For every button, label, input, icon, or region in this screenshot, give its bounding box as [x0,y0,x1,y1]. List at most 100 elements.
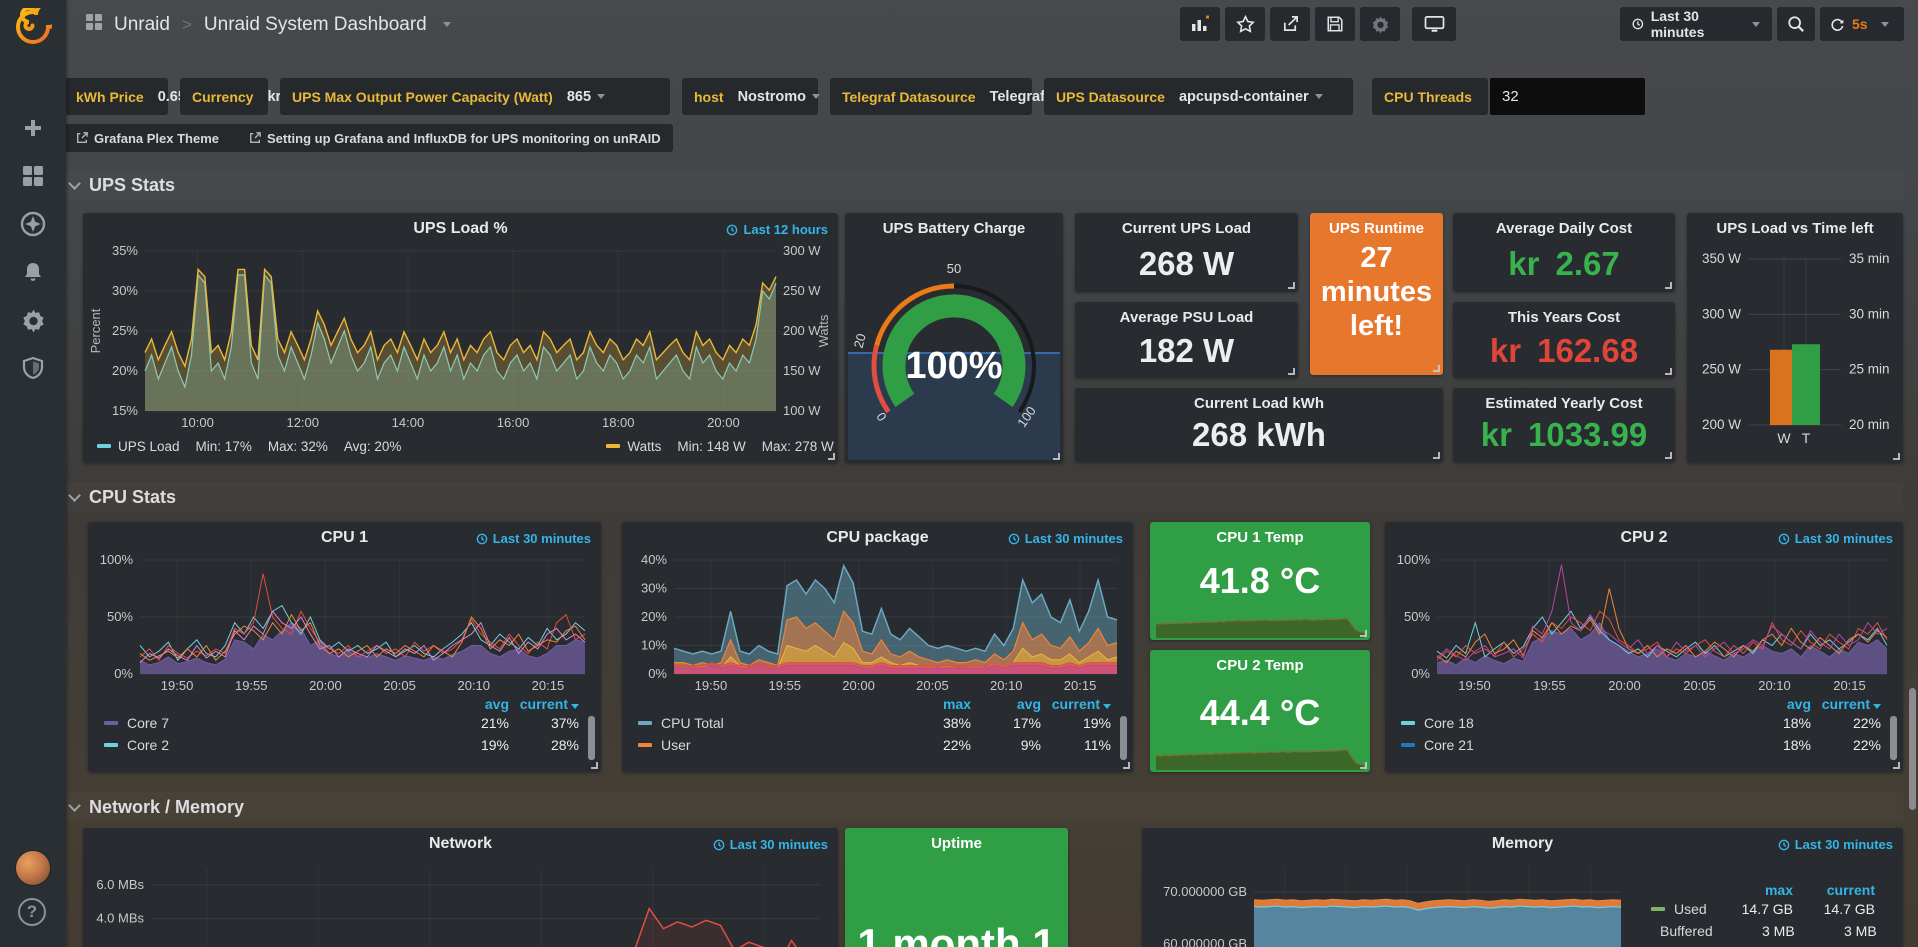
template-variable-cpu-threads[interactable]: CPU Threads [1372,78,1488,115]
panel-time-override[interactable]: Last 30 minutes [1008,531,1123,546]
tv-kiosk-mode-button[interactable] [1412,7,1456,41]
dashboard-squares-icon[interactable] [84,12,104,37]
dashboards-icon[interactable] [0,156,66,196]
legend-series-marker[interactable] [97,444,111,448]
legend-series-name[interactable]: Watts [627,439,661,454]
legend-series-name[interactable]: Buffered [1660,923,1713,939]
variable-value[interactable]: apcupsd-container [1179,89,1309,105]
page-scrollbar-thumb[interactable] [1909,688,1916,810]
legend-series-marker[interactable] [1401,721,1415,725]
legend-column-header[interactable]: current [1811,696,1881,712]
panel-title[interactable]: Current Load kWh [1075,395,1443,412]
legend-series-marker[interactable] [104,743,118,747]
legend-column-header[interactable]: current [509,696,579,712]
row-header-network-memory[interactable]: Network / Memory [64,792,1903,822]
dashboard-link[interactable]: Grafana Plex Theme [76,131,219,146]
legend-series-marker[interactable] [104,721,118,725]
panel-resize-handle[interactable] [1665,282,1672,289]
legend-series-marker[interactable] [606,444,620,448]
panel-resize-handle[interactable] [1360,630,1367,637]
row-header-cpu-stats[interactable]: CPU Stats [64,482,1903,512]
add-panel-button[interactable] [1180,7,1220,41]
legend-series-name[interactable]: Core 2 [127,737,169,753]
memory-graph[interactable]: 50.000000 GB60.000000 GB70.000000 GB19:5… [1146,858,1631,947]
variable-value[interactable]: Telegraf [990,89,1045,105]
legend-series-name[interactable]: User [661,737,691,753]
panel-resize-handle[interactable] [1360,762,1367,769]
alerting-bell-icon[interactable] [0,252,66,292]
zoom-out-time-button[interactable] [1777,7,1815,41]
ups-load-vs-time-bars[interactable]: 200 W20 min250 W25 min300 W30 min350 W35… [1687,241,1903,459]
cpu-package-graph[interactable]: 0%10%20%30%40%19:5019:5520:0020:0520:102… [626,552,1129,696]
legend-scrollbar[interactable] [588,716,595,760]
legend-scrollbar[interactable] [1890,716,1897,760]
panel-resize-handle[interactable] [1288,282,1295,289]
panel-title[interactable]: Estimated Yearly Cost [1453,395,1675,412]
legend-column-header[interactable]: avg [439,696,509,712]
variable-value[interactable]: 865 [567,89,591,105]
template-variable-currency[interactable]: Currencykr [180,78,268,115]
panel-resize-handle[interactable] [1288,368,1295,375]
legend-column-header[interactable]: current [1041,696,1111,712]
template-variable-kwh-price[interactable]: kWh Price0.65 [64,78,168,115]
template-variable-ups-max-output-power-capacity-watt-[interactable]: UPS Max Output Power Capacity (Watt)865 [280,78,670,115]
legend-column-header[interactable]: avg [1741,696,1811,712]
panel-resize-handle[interactable] [1893,762,1900,769]
panel-title[interactable]: UPS Load vs Time left [1687,220,1903,237]
explore-compass-icon[interactable] [0,204,66,244]
variable-input[interactable] [1490,78,1645,115]
legend-series-name[interactable]: CPU Total [661,715,724,731]
template-variable-telegraf-datasource[interactable]: Telegraf DatasourceTelegraf [830,78,1032,115]
panel-time-override[interactable]: Last 30 minutes [476,531,591,546]
breadcrumb-app[interactable]: Unraid [114,14,170,36]
network-graph[interactable]: 2.0 MBs4.0 MBs6.0 MBs19:5019:5520:0020:0… [87,860,834,947]
panel-resize-handle[interactable] [1893,453,1900,460]
breadcrumb-dashboard-title[interactable]: Unraid System Dashboard [204,14,427,36]
cpu1-graph[interactable]: 0%50%100%19:5019:5520:0020:0520:1020:15 [92,552,597,696]
share-dashboard-button[interactable] [1270,7,1310,41]
panel-title[interactable]: This Years Cost [1453,309,1675,326]
template-variable-ups-datasource[interactable]: UPS Datasourceapcupsd-container [1044,78,1353,115]
panel-resize-handle[interactable] [1433,365,1440,372]
legend-column-header[interactable]: max [1711,882,1793,898]
configuration-gear-icon[interactable] [0,300,66,340]
panel-title[interactable]: Average PSU Load [1075,309,1298,326]
legend-series-name[interactable]: UPS Load [118,439,180,454]
panel-title[interactable]: UPS Load % [83,220,838,238]
panel-resize-handle[interactable] [1123,762,1130,769]
time-range-picker[interactable]: Last 30 minutes [1620,7,1772,41]
user-avatar[interactable] [15,850,51,886]
legend-series-name[interactable]: Core 7 [127,715,169,731]
row-header-ups-stats[interactable]: UPS Stats [64,170,1903,200]
grafana-logo-icon[interactable] [14,8,52,46]
panel-time-override[interactable]: Last 12 hours [726,222,828,237]
legend-scrollbar[interactable] [1120,716,1127,760]
cpu2-graph[interactable]: 0%50%100%19:5019:5520:0020:0520:1020:15 [1389,552,1899,696]
ups-load-graph[interactable]: 15%20%25%30%35%100 W150 W200 W250 W300 W… [87,243,834,433]
template-variable-host[interactable]: hostNostromo [682,78,818,115]
legend-series-name[interactable]: Core 18 [1424,715,1474,731]
panel-title[interactable]: CPU 1 Temp [1150,529,1370,546]
star-dashboard-button[interactable] [1225,7,1265,41]
create-icon[interactable] [0,108,66,148]
legend-series-name[interactable]: Core 21 [1424,737,1474,753]
legend-column-header[interactable]: current [1793,882,1875,898]
panel-time-override[interactable]: Last 30 minutes [1778,531,1893,546]
panel-resize-handle[interactable] [591,762,598,769]
panel-time-override[interactable]: Last 30 minutes [1778,837,1893,852]
panel-title[interactable]: UPS Battery Charge [845,220,1063,237]
legend-column-header[interactable]: avg [971,696,1041,712]
panel-time-override[interactable]: Last 30 minutes [713,837,828,852]
dashboard-settings-button[interactable] [1360,7,1400,41]
panel-title[interactable]: Average Daily Cost [1453,220,1675,237]
dashboard-picker-caret-icon[interactable] [443,22,451,27]
panel-title[interactable]: Uptime [845,835,1068,852]
panel-resize-handle[interactable] [828,453,835,460]
panel-title[interactable]: Current UPS Load [1075,220,1298,237]
panel-title[interactable]: CPU 2 Temp [1150,657,1370,674]
save-dashboard-button[interactable] [1315,7,1355,41]
refresh-picker[interactable]: 5s [1820,7,1904,41]
panel-resize-handle[interactable] [1433,452,1440,459]
server-admin-shield-icon[interactable] [0,348,66,388]
legend-series-marker[interactable] [1651,907,1665,911]
